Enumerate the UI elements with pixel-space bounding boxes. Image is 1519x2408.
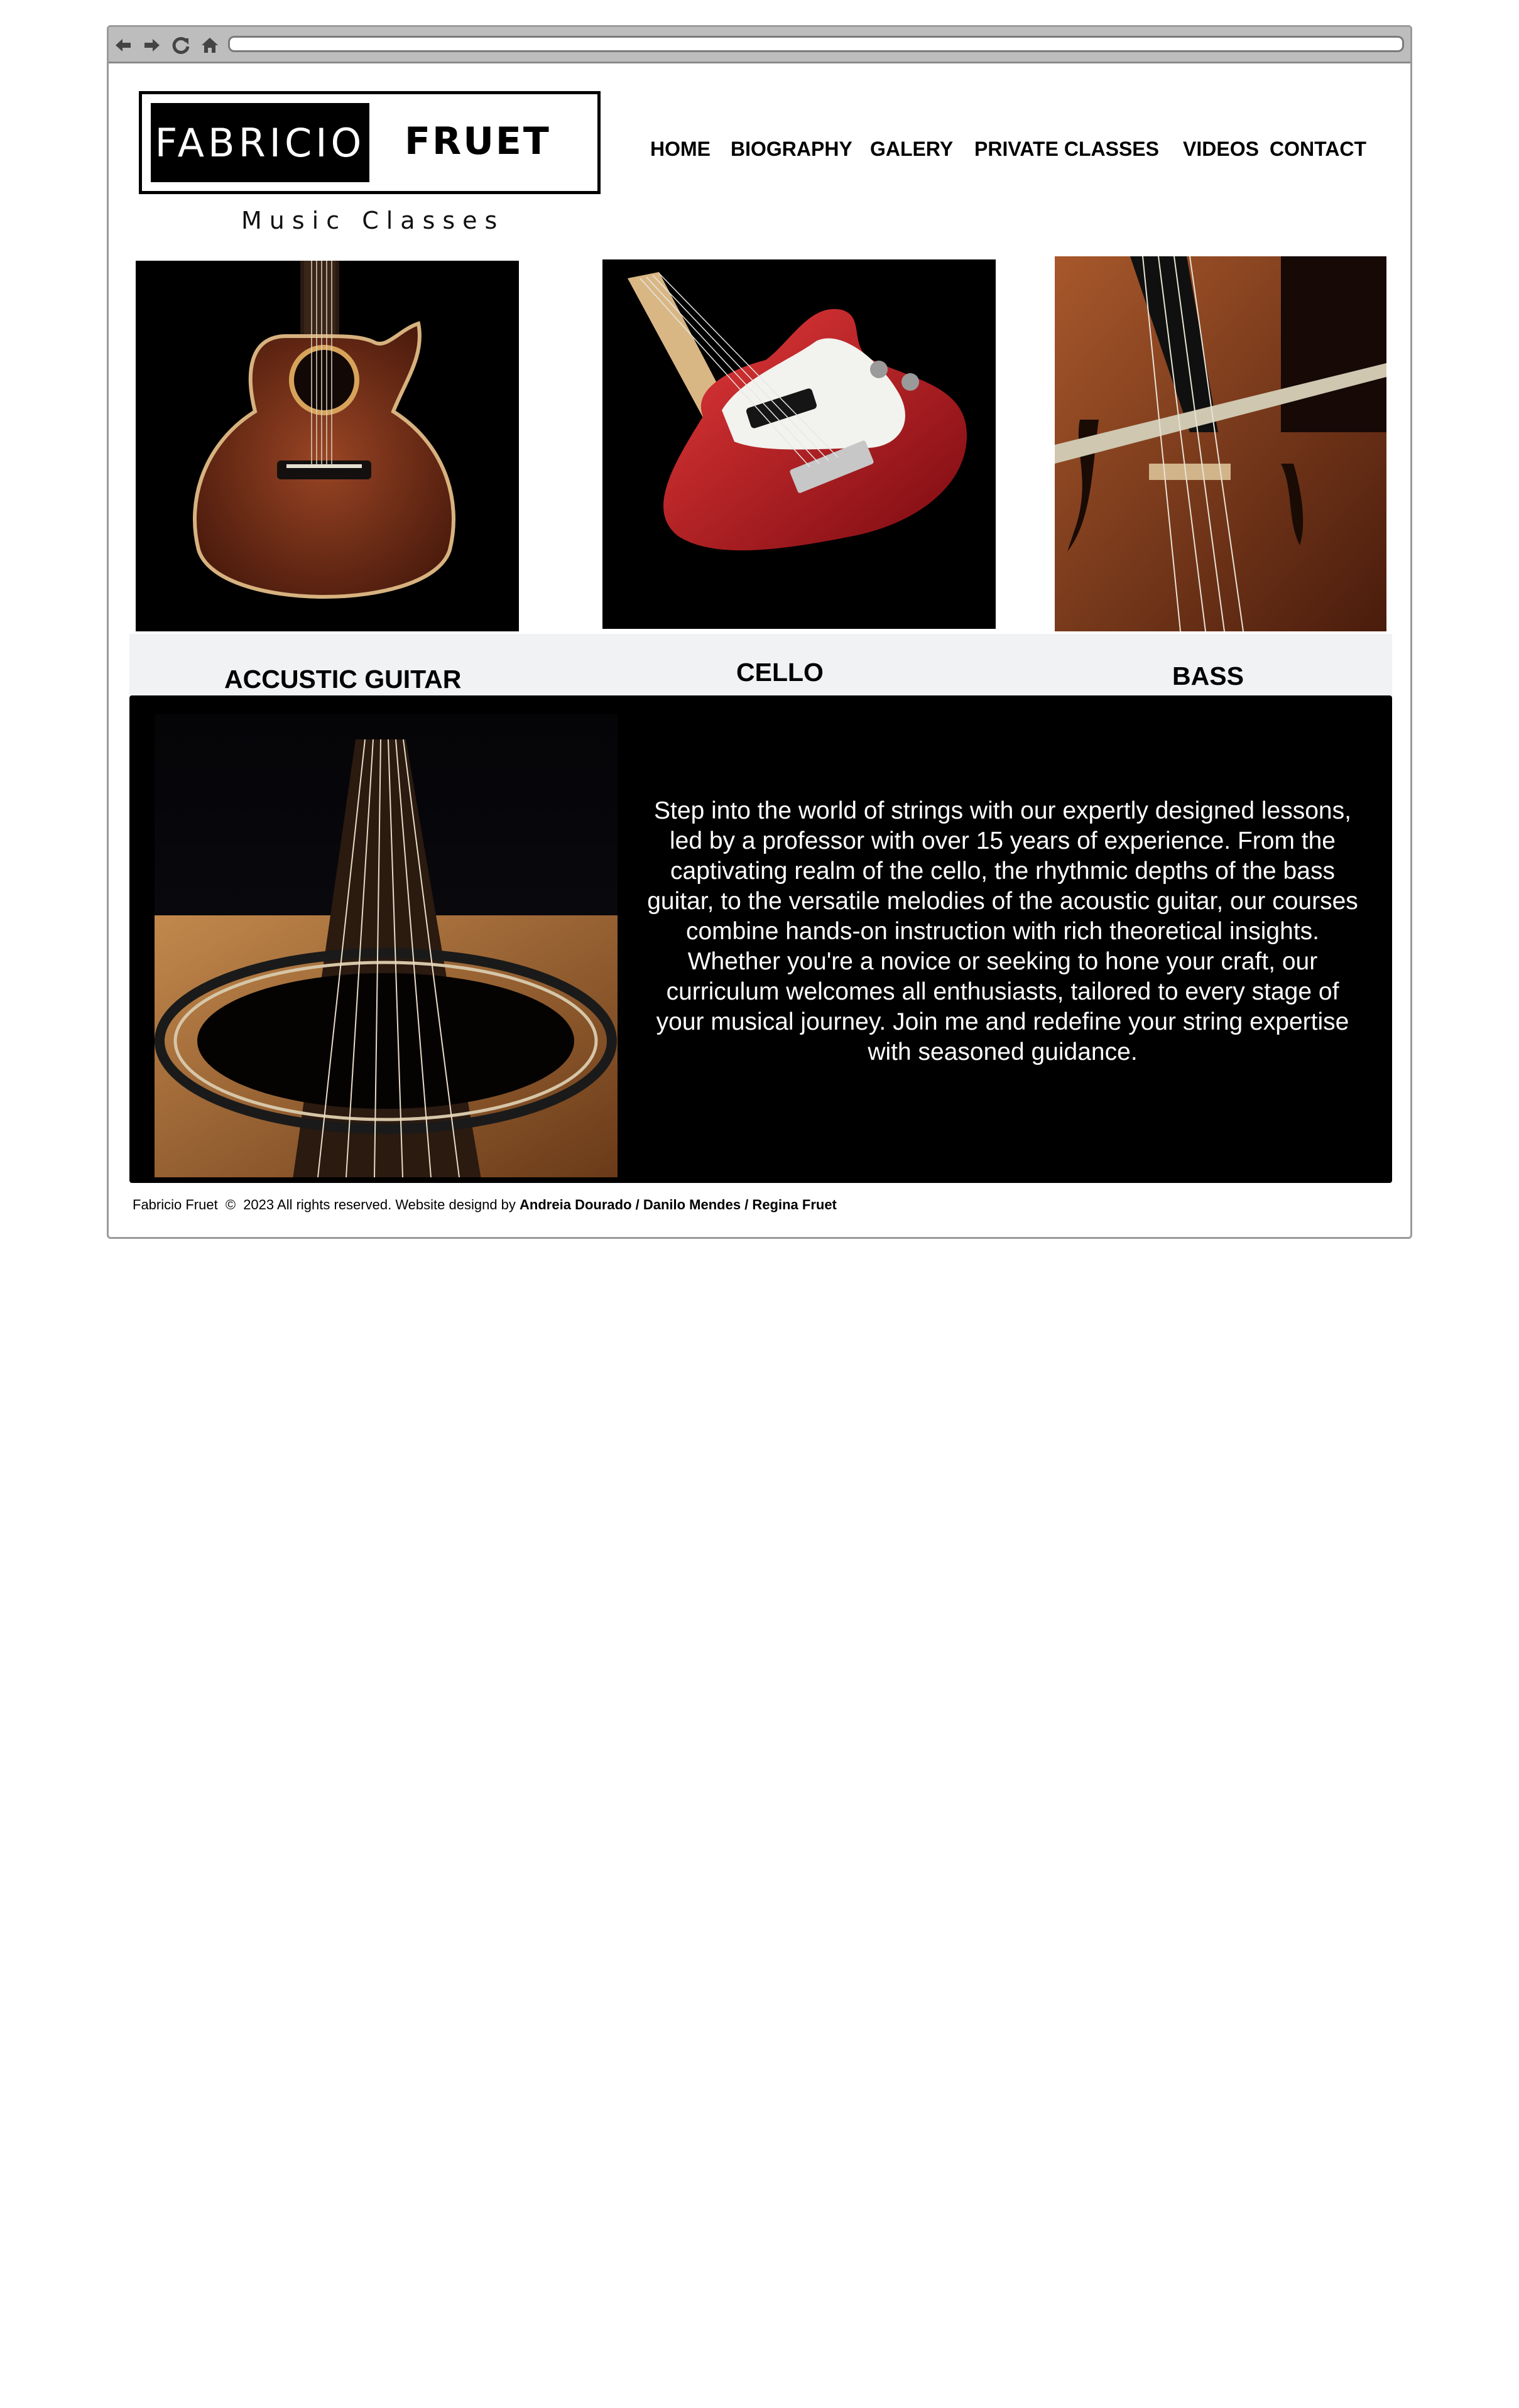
reload-icon[interactable] [170,35,192,56]
acoustic-guitar-photo [136,261,519,631]
logo-left-text: FABRICIO [151,103,369,182]
home-icon[interactable] [199,35,220,56]
label-acoustic-guitar: ACCUSTIC GUITAR [224,665,462,694]
guitar-closeup-photo [155,714,618,1177]
forward-icon[interactable] [141,35,163,56]
label-cello: CELLO [736,658,824,687]
label-bass: BASS [1172,662,1244,690]
nav-contact[interactable]: CONTACT [1270,138,1366,161]
logo[interactable]: FABRICIO FRUET [139,91,601,194]
nav-galery[interactable]: GALERY [870,138,953,161]
intro-panel: Step into the world of strings with our … [129,695,1392,1183]
nav-private-classes[interactable]: PRIVATE CLASSES [974,138,1159,161]
browser-toolbar [109,27,1410,63]
footer-designers: Andreia Dourado / Danilo Mendes / Regina… [520,1197,837,1212]
copyright-icon: © [225,1197,236,1212]
browser-window: FABRICIO FRUET Music Classes HOME BIOGRA… [107,25,1412,1239]
nav-home[interactable]: HOME [650,138,710,161]
logo-subtitle: Music Classes [241,207,505,234]
cello-photo [1055,256,1386,631]
footer-owner: Fabricio Fruet [133,1197,218,1212]
footer: Fabricio Fruet © 2023 All rights reserve… [133,1197,837,1213]
address-bar[interactable] [228,36,1404,52]
footer-rights: 2023 All rights reserved. Website design… [243,1197,516,1212]
intro-text: Step into the world of strings with our … [647,797,1358,1065]
back-icon[interactable] [112,35,134,56]
nav-videos[interactable]: VIDEOS [1183,138,1259,161]
nav-biography[interactable]: BIOGRAPHY [731,138,852,161]
logo-right-text: FRUET [405,119,551,163]
bass-guitar-photo [602,259,996,629]
